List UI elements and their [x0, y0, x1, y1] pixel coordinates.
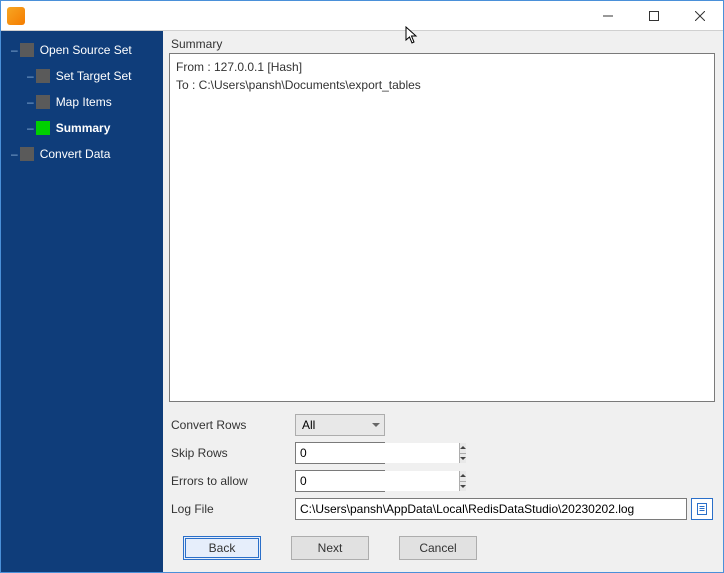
browse-log-button[interactable] [691, 498, 713, 520]
app-icon [7, 7, 25, 25]
skip-rows-spinner[interactable] [295, 442, 385, 464]
step-marker-icon [36, 121, 50, 135]
wizard-sidebar: – Open Source Set – Set Target Set – Map… [1, 31, 163, 572]
summary-from-line: From : 127.0.0.1 [Hash] [176, 60, 302, 74]
convert-rows-label: Convert Rows [171, 418, 295, 432]
chevron-down-icon [460, 485, 466, 488]
minimize-button[interactable] [585, 1, 631, 30]
step-summary[interactable]: – Summary [1, 115, 163, 141]
step-label: Set Target Set [56, 69, 132, 83]
step-marker-icon [20, 43, 34, 57]
close-icon [695, 11, 705, 21]
spinner-up-button[interactable] [460, 443, 466, 454]
step-map-items[interactable]: – Map Items [1, 89, 163, 115]
document-icon [695, 502, 709, 516]
errors-label: Errors to allow [171, 474, 295, 488]
spinner-down-button[interactable] [460, 482, 466, 492]
convert-rows-select[interactable]: All [295, 414, 385, 436]
chevron-up-icon [460, 446, 466, 449]
back-button[interactable]: Back [183, 536, 261, 560]
chevron-down-icon [372, 423, 380, 427]
errors-spinner[interactable] [295, 470, 385, 492]
options-form: Convert Rows All Skip Rows [169, 402, 715, 528]
maximize-button[interactable] [631, 1, 677, 30]
cancel-button[interactable]: Cancel [399, 536, 477, 560]
skip-rows-label: Skip Rows [171, 446, 295, 460]
log-file-label: Log File [171, 502, 295, 516]
summary-section-label: Summary [171, 37, 715, 51]
wizard-button-row: Back Next Cancel [169, 528, 715, 562]
step-marker-icon [36, 95, 50, 109]
wizard-window: – Open Source Set – Set Target Set – Map… [0, 0, 724, 573]
log-file-input[interactable] [295, 498, 687, 520]
main-panel: Summary From : 127.0.0.1 [Hash] To : C:\… [163, 31, 723, 572]
step-marker-icon [36, 69, 50, 83]
spinner-up-button[interactable] [460, 471, 466, 482]
chevron-up-icon [460, 474, 466, 477]
spinner-down-button[interactable] [460, 454, 466, 464]
errors-input[interactable] [296, 471, 459, 491]
minimize-icon [603, 11, 613, 21]
titlebar [1, 1, 723, 31]
step-label: Summary [56, 121, 111, 135]
convert-rows-value: All [302, 418, 315, 432]
body: – Open Source Set – Set Target Set – Map… [1, 31, 723, 572]
summary-textarea[interactable]: From : 127.0.0.1 [Hash] To : C:\Users\pa… [169, 53, 715, 402]
step-label: Open Source Set [40, 43, 132, 57]
chevron-down-icon [460, 457, 466, 460]
step-open-source-set[interactable]: – Open Source Set [1, 37, 163, 63]
skip-rows-input[interactable] [296, 443, 459, 463]
step-marker-icon [20, 147, 34, 161]
maximize-icon [649, 11, 659, 21]
step-label: Convert Data [40, 147, 111, 161]
step-convert-data[interactable]: – Convert Data [1, 141, 163, 167]
step-set-target-set[interactable]: – Set Target Set [1, 63, 163, 89]
step-label: Map Items [56, 95, 112, 109]
summary-to-line: To : C:\Users\pansh\Documents\export_tab… [176, 78, 421, 92]
close-button[interactable] [677, 1, 723, 30]
next-button[interactable]: Next [291, 536, 369, 560]
